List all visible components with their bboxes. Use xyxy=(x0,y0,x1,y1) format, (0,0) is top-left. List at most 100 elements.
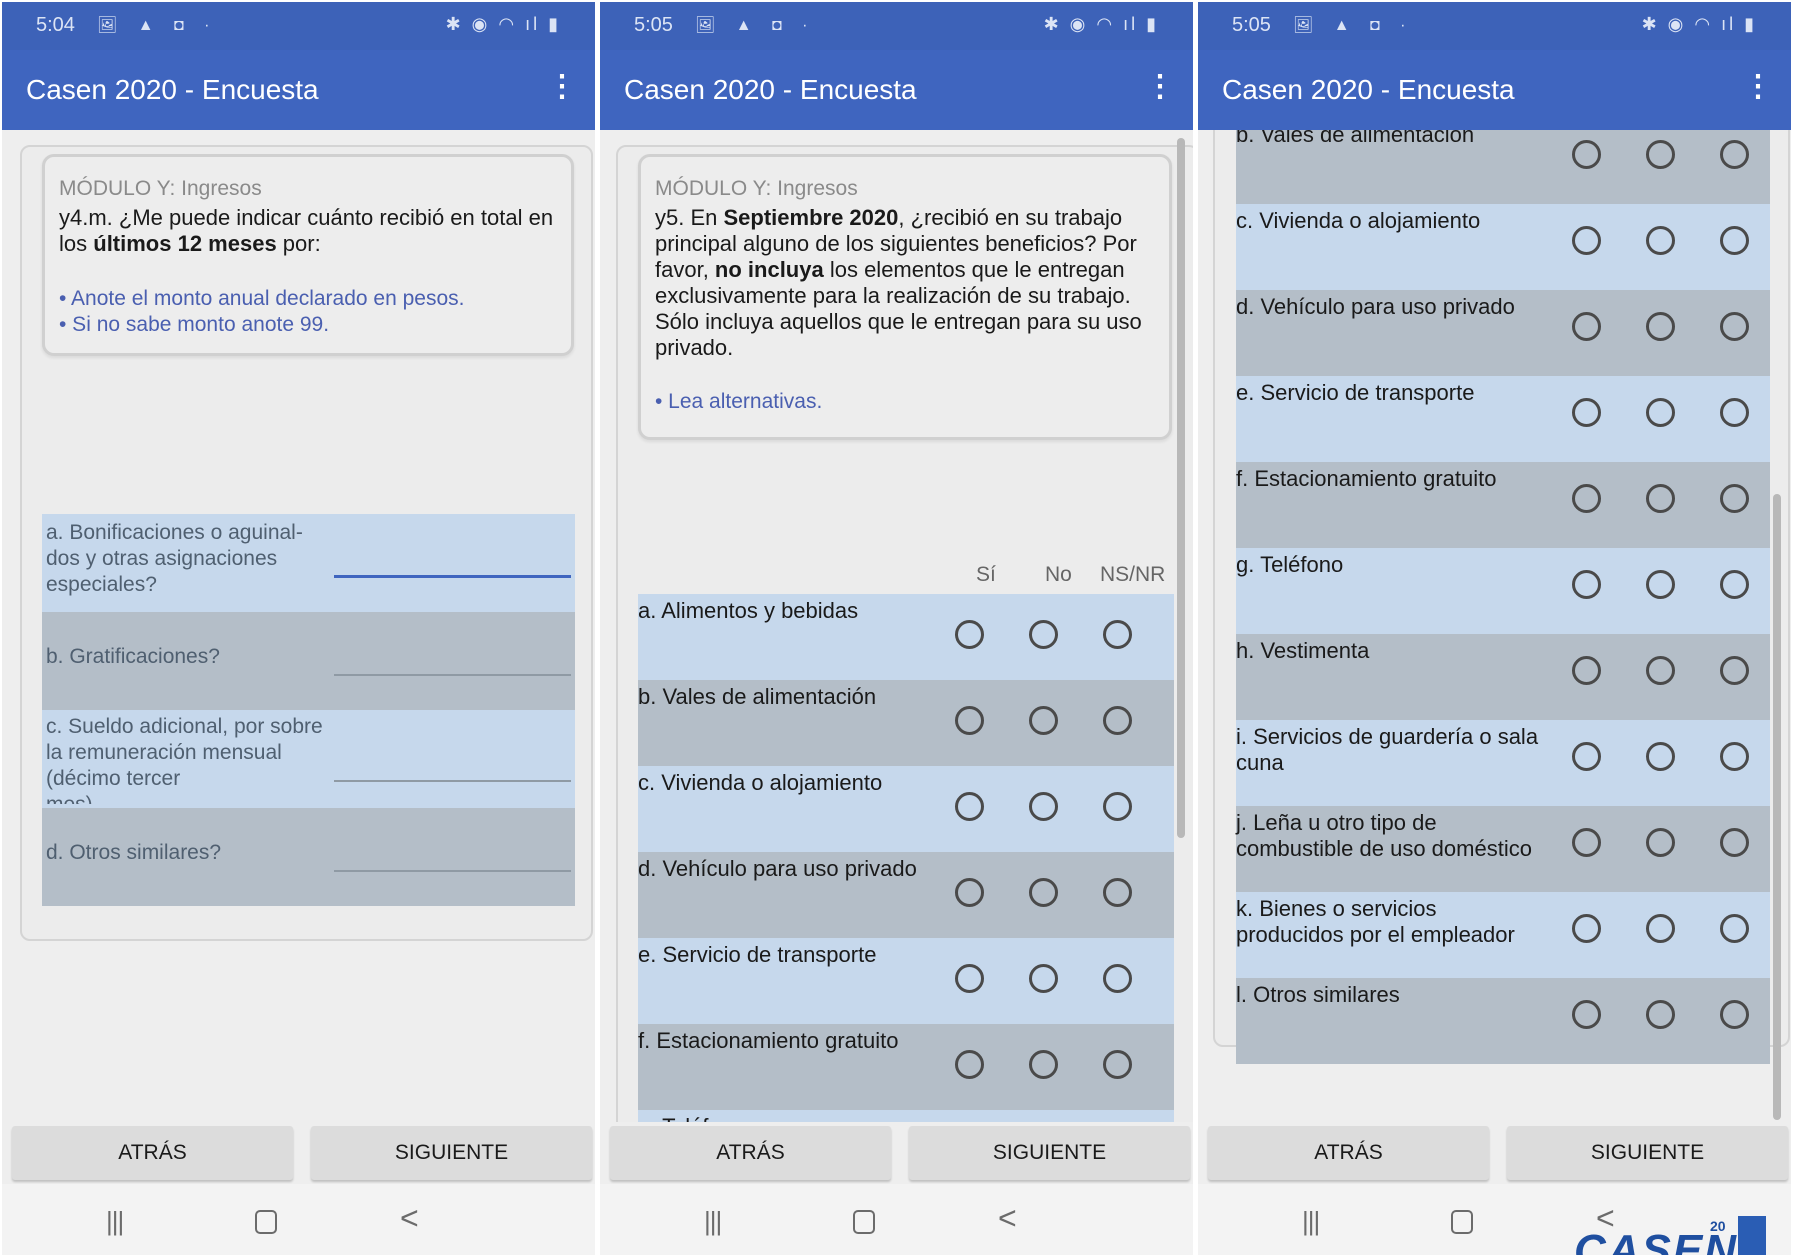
next-button[interactable]: SIGUIENTE xyxy=(311,1126,592,1180)
radio-si[interactable] xyxy=(1572,140,1601,169)
benefit-row-d: d. Vehículo para uso privado xyxy=(1236,290,1770,376)
radio-nsnr[interactable] xyxy=(1103,706,1132,735)
casen-logo: CASEN 20 xyxy=(1568,1212,1768,1255)
radio-nsnr[interactable] xyxy=(1103,878,1132,907)
radio-si[interactable] xyxy=(955,878,984,907)
radio-si[interactable] xyxy=(1572,484,1601,513)
benefit-row-d: d. Vehículo para uso privado xyxy=(638,852,1174,938)
back-nav-icon[interactable]: < xyxy=(400,1200,419,1237)
col-header-no: No xyxy=(1045,563,1072,586)
benefit-row-i: i. Servicios de guardería o sala cuna xyxy=(1236,720,1770,806)
amount-input-b[interactable] xyxy=(334,674,571,676)
back-button[interactable]: ATRÁS xyxy=(610,1126,891,1180)
radio-nsnr[interactable] xyxy=(1103,964,1132,993)
radio-nsnr[interactable] xyxy=(1103,792,1132,821)
radio-no[interactable] xyxy=(1029,620,1058,649)
radio-nsnr[interactable] xyxy=(1720,914,1749,943)
scrollbar[interactable] xyxy=(1773,494,1781,1120)
overflow-menu-icon[interactable]: ⋮ xyxy=(1743,67,1773,107)
status-bar: 5:05 🖼 ▲ ◘ · ✱ ◉ ◠ ıl ▮ xyxy=(1198,2,1791,50)
radio-nsnr[interactable] xyxy=(1720,828,1749,857)
radio-si[interactable] xyxy=(955,964,984,993)
benefit-row-g: g. Teléfono xyxy=(1236,548,1770,634)
radio-si[interactable] xyxy=(1572,742,1601,771)
radio-nsnr[interactable] xyxy=(1103,1050,1132,1079)
radio-si[interactable] xyxy=(1572,312,1601,341)
radio-no[interactable] xyxy=(1029,706,1058,735)
radio-si[interactable] xyxy=(1572,828,1601,857)
recent-apps-icon[interactable]: ||| xyxy=(106,1206,124,1237)
radio-nsnr[interactable] xyxy=(1720,398,1749,427)
radio-nsnr[interactable] xyxy=(1720,742,1749,771)
radio-nsnr[interactable] xyxy=(1720,484,1749,513)
radio-no[interactable] xyxy=(1029,878,1058,907)
logo-year: 20 xyxy=(1710,1218,1726,1234)
radio-nsnr[interactable] xyxy=(1720,312,1749,341)
benefit-row-a: a. Alimentos y bebidas xyxy=(638,594,1174,680)
income-field-d: d. Otros similares? xyxy=(42,808,575,906)
radio-no[interactable] xyxy=(1646,828,1675,857)
recent-apps-icon[interactable]: ||| xyxy=(704,1206,722,1237)
radio-nsnr[interactable] xyxy=(1720,226,1749,255)
radio-si[interactable] xyxy=(1572,398,1601,427)
radio-no[interactable] xyxy=(1646,140,1675,169)
row-label: h. Vestimenta xyxy=(1236,638,1370,663)
next-button[interactable]: SIGUIENTE xyxy=(909,1126,1190,1180)
radio-nsnr[interactable] xyxy=(1720,656,1749,685)
scrollbar[interactable] xyxy=(1177,138,1185,838)
radio-si[interactable] xyxy=(1572,914,1601,943)
radio-nsnr[interactable] xyxy=(1103,620,1132,649)
row-label: e. Servicio de transporte xyxy=(638,942,877,967)
amount-input-d[interactable] xyxy=(334,870,571,872)
row-label: l. Otros similares xyxy=(1236,982,1400,1007)
radio-no[interactable] xyxy=(1029,964,1058,993)
back-button[interactable]: ATRÁS xyxy=(12,1126,293,1180)
notification-icons: 🖼 ▲ ◘ · xyxy=(1293,17,1414,34)
radio-si[interactable] xyxy=(955,706,984,735)
radio-no[interactable] xyxy=(1646,226,1675,255)
amount-input-c[interactable] xyxy=(334,780,571,782)
radio-si[interactable] xyxy=(1572,570,1601,599)
radio-no[interactable] xyxy=(1646,656,1675,685)
instruction: • Lea alternativas. xyxy=(655,390,823,413)
next-button[interactable]: SIGUIENTE xyxy=(1507,1126,1788,1180)
field-label: c. Sueldo adicional, por sobre la remune… xyxy=(46,715,323,790)
overflow-menu-icon[interactable]: ⋮ xyxy=(547,67,577,107)
radio-no[interactable] xyxy=(1029,1050,1058,1079)
radio-si[interactable] xyxy=(955,620,984,649)
radio-no[interactable] xyxy=(1029,792,1058,821)
amount-input-a[interactable] xyxy=(334,575,571,578)
radio-si[interactable] xyxy=(1572,226,1601,255)
back-nav-icon[interactable]: < xyxy=(998,1200,1017,1237)
overflow-menu-icon[interactable]: ⋮ xyxy=(1145,67,1175,107)
radio-no[interactable] xyxy=(1646,1000,1675,1029)
home-icon[interactable] xyxy=(1451,1210,1473,1234)
radio-nsnr[interactable] xyxy=(1720,1000,1749,1029)
row-label: g. Teléfono xyxy=(1236,552,1344,577)
radio-no[interactable] xyxy=(1646,742,1675,771)
radio-no[interactable] xyxy=(1646,914,1675,943)
radio-no[interactable] xyxy=(1646,398,1675,427)
bottom-buttons: ATRÁS SIGUIENTE xyxy=(600,1122,1193,1184)
radio-no[interactable] xyxy=(1646,312,1675,341)
home-icon[interactable] xyxy=(853,1210,875,1234)
radio-si[interactable] xyxy=(1572,1000,1601,1029)
home-icon[interactable] xyxy=(255,1210,277,1234)
col-header-si: Sí xyxy=(976,563,996,586)
radio-nsnr[interactable] xyxy=(1720,570,1749,599)
radio-no[interactable] xyxy=(1646,570,1675,599)
back-button[interactable]: ATRÁS xyxy=(1208,1126,1489,1180)
radio-si[interactable] xyxy=(955,792,984,821)
radio-no[interactable] xyxy=(1646,484,1675,513)
app-bar: Casen 2020 - Encuesta ⋮ xyxy=(1198,50,1791,130)
bottom-buttons: ATRÁS SIGUIENTE xyxy=(1198,1122,1791,1184)
signal-battery-icons: ✱ ◉ ◠ ıl ▮ xyxy=(1043,14,1159,34)
question-text: y5. En Septiembre 2020, ¿recibió en su t… xyxy=(655,205,1142,360)
radio-nsnr[interactable] xyxy=(1720,140,1749,169)
logo-block xyxy=(1738,1216,1766,1255)
radio-si[interactable] xyxy=(1572,656,1601,685)
recent-apps-icon[interactable]: ||| xyxy=(1302,1206,1320,1237)
radio-si[interactable] xyxy=(955,1050,984,1079)
benefit-row-k: k. Bienes o servicios producidos por el … xyxy=(1236,892,1770,978)
module-label: MÓDULO Y: Ingresos xyxy=(59,177,262,200)
